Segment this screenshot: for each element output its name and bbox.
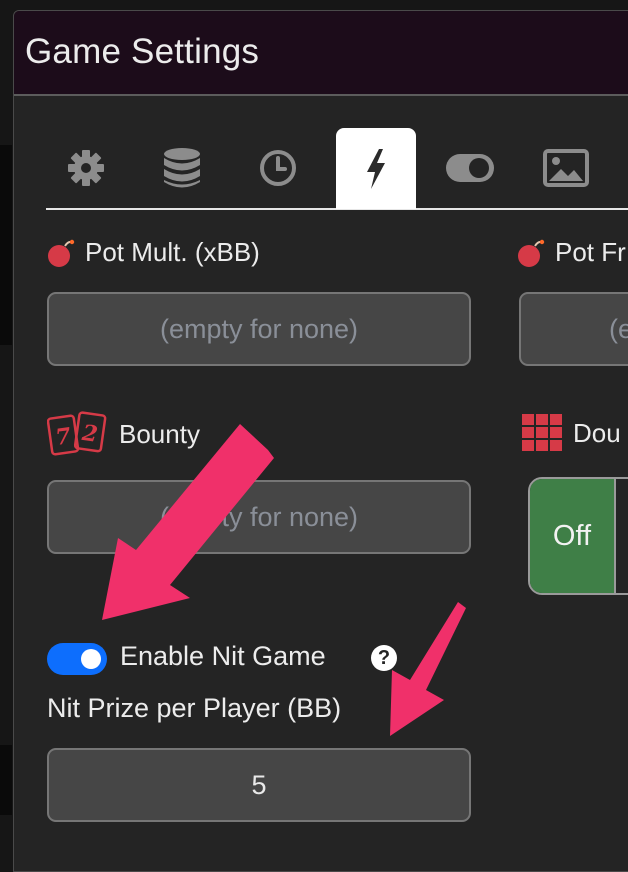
enable-nit-game-toggle[interactable]	[47, 643, 107, 675]
grid-icon	[521, 413, 563, 453]
nit-prize-input[interactable]: 5	[47, 748, 471, 822]
tab-time[interactable]	[238, 128, 318, 208]
game-settings-modal: Game Settings Pot Mult. (xBB) (empty for…	[13, 10, 628, 872]
clock-icon	[258, 148, 298, 188]
dou-label-row: Dou	[521, 413, 621, 453]
tab-images[interactable]	[526, 128, 606, 208]
modal-title: Game Settings	[25, 32, 260, 71]
card-two-text: 2	[79, 420, 99, 448]
bomb-icon	[517, 238, 545, 268]
database-icon	[162, 147, 202, 189]
pot-mult-label: Pot Mult. (xBB)	[85, 237, 260, 267]
pot-mult-input[interactable]	[47, 292, 471, 366]
bounty-label: Bounty	[119, 418, 200, 449]
bomb-icon	[47, 238, 75, 268]
dou-off-option[interactable]: Off	[530, 479, 616, 593]
toggle-switch-icon	[445, 152, 495, 184]
enable-nit-game-label: Enable Nit Game	[120, 641, 326, 671]
cards-seven-two-icon: 7 2	[47, 411, 109, 457]
gear-icon	[66, 148, 106, 188]
tab-general[interactable]	[46, 128, 126, 208]
bounty-input[interactable]	[47, 480, 471, 554]
image-icon	[543, 149, 589, 187]
nit-prize-value: 5	[251, 769, 267, 800]
dou-segmented-control: Off	[528, 477, 628, 595]
settings-tabs	[46, 128, 628, 210]
card-seven-text: 7	[54, 423, 73, 451]
nit-prize-label: Nit Prize per Player (BB)	[47, 693, 342, 723]
backdrop-left-strip-lower	[0, 745, 12, 815]
toggle-knob	[81, 649, 101, 669]
pot-fr-input[interactable]: (e	[519, 292, 628, 366]
tab-special[interactable]	[336, 128, 416, 209]
pot-fr-label-row: Pot Fr	[517, 237, 626, 268]
lightning-bolt-icon	[361, 147, 391, 191]
bounty-label-row: 7 2 Bounty	[47, 411, 200, 457]
pot-fr-label: Pot Fr	[555, 237, 626, 267]
pot-fr-placeholder: (e	[609, 313, 628, 344]
help-icon[interactable]: ?	[371, 645, 397, 671]
pot-mult-label-row: Pot Mult. (xBB)	[47, 237, 260, 268]
tab-toggles[interactable]	[430, 128, 510, 208]
tab-stakes[interactable]	[142, 128, 222, 208]
backdrop-left-strip	[0, 145, 12, 345]
modal-header: Game Settings	[14, 11, 628, 96]
dou-label: Dou	[573, 417, 621, 448]
